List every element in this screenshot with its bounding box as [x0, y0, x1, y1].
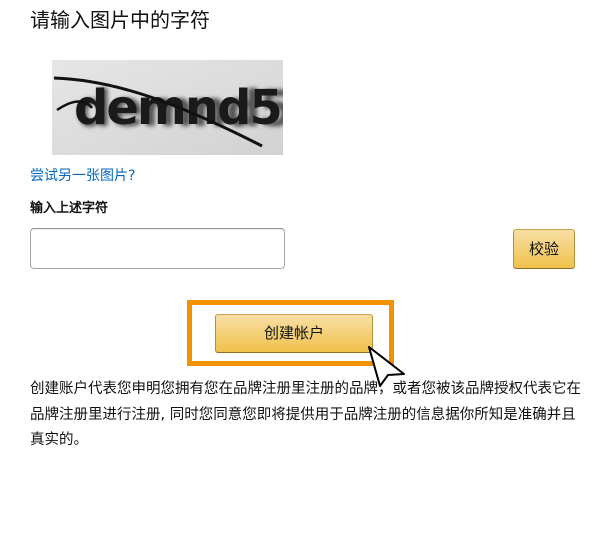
disclaimer-text: 创建账户代表您申明您拥有您在品牌注册里注册的品牌，或者您被该品牌授权代表它在品牌… [30, 381, 581, 448]
captcha-input[interactable] [30, 228, 285, 269]
verify-button[interactable]: 校验 [513, 229, 575, 269]
page-title: 请输入图片中的字符 [30, 8, 210, 32]
create-account-button[interactable]: 创建帐户 [215, 314, 373, 353]
captcha-image: demnd5 demnd5 [52, 60, 283, 155]
try-another-image-link[interactable]: 尝试另一张图片? [30, 166, 135, 186]
captcha-graphic: demnd5 demnd5 [52, 60, 283, 155]
captcha-input-label: 输入上述字符 [30, 201, 109, 216]
